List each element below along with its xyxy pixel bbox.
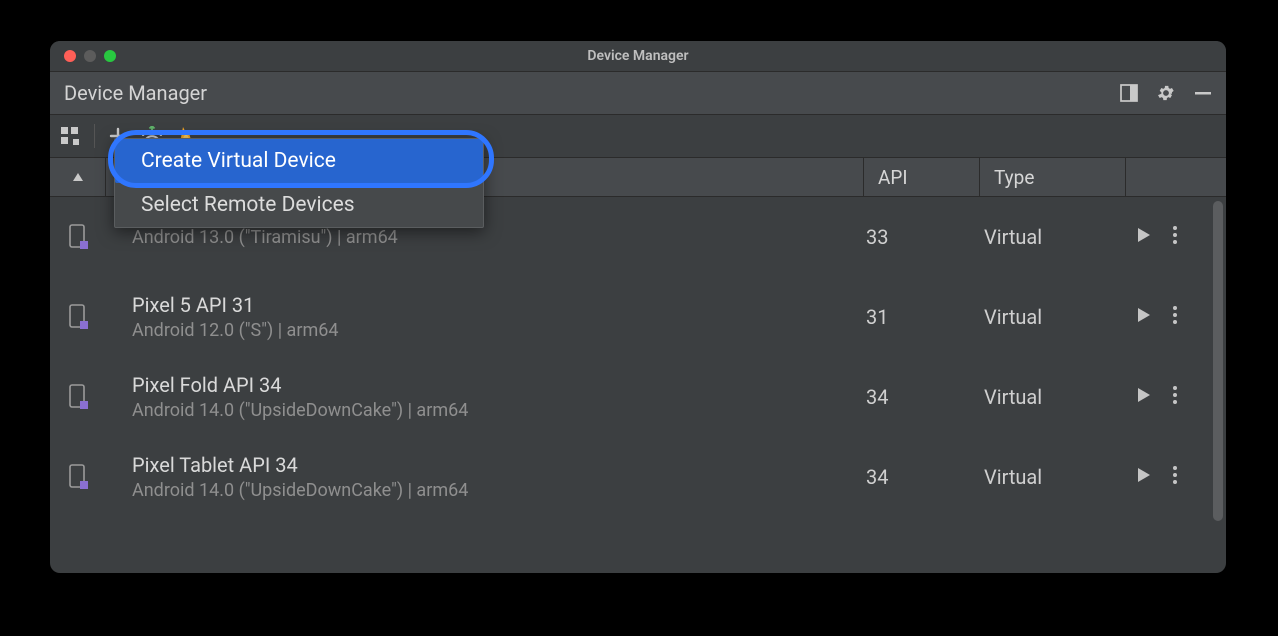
device-type: Virtual bbox=[980, 225, 1126, 249]
gear-icon[interactable] bbox=[1156, 83, 1176, 103]
play-icon[interactable] bbox=[1134, 306, 1152, 328]
play-icon[interactable] bbox=[1134, 226, 1152, 248]
close-window-button[interactable] bbox=[64, 50, 76, 62]
device-api: 34 bbox=[864, 385, 980, 409]
device-info: Pixel Fold API 34 Android 14.0 ("UpsideDo… bbox=[106, 373, 864, 421]
column-header-api[interactable]: API bbox=[864, 158, 980, 196]
more-icon[interactable] bbox=[1172, 305, 1178, 329]
device-icon bbox=[50, 464, 106, 490]
device-subtitle: Android 13.0 ("Tiramisu") | arm64 bbox=[132, 227, 864, 248]
device-manager-window: Device Manager Device Manager bbox=[50, 41, 1226, 573]
more-icon[interactable] bbox=[1172, 385, 1178, 409]
device-name: Pixel Fold API 34 bbox=[132, 373, 864, 397]
panel-header: Device Manager bbox=[50, 71, 1226, 115]
device-info: Android 13.0 ("Tiramisu") | arm64 bbox=[106, 227, 864, 248]
device-api: 31 bbox=[864, 305, 980, 329]
window-controls bbox=[50, 50, 116, 62]
row-actions bbox=[1126, 385, 1226, 409]
more-icon[interactable] bbox=[1172, 465, 1178, 489]
device-icon bbox=[50, 224, 106, 250]
dock-icon[interactable] bbox=[1120, 84, 1138, 102]
column-header-type[interactable]: Type bbox=[980, 158, 1126, 196]
sort-indicator[interactable] bbox=[50, 158, 106, 196]
row-actions bbox=[1126, 465, 1226, 489]
device-subtitle: Android 14.0 ("UpsideDownCake") | arm64 bbox=[132, 480, 864, 501]
device-icon bbox=[50, 304, 106, 330]
device-subtitle: Android 12.0 ("S") | arm64 bbox=[132, 320, 864, 341]
minimize-panel-icon[interactable] bbox=[1194, 84, 1212, 102]
row-actions bbox=[1126, 225, 1226, 249]
play-icon[interactable] bbox=[1134, 466, 1152, 488]
table-row[interactable]: Pixel 5 API 31 Android 12.0 ("S") | arm64… bbox=[50, 277, 1226, 357]
device-subtitle: Android 14.0 ("UpsideDownCake") | arm64 bbox=[132, 400, 864, 421]
device-api: 33 bbox=[864, 225, 980, 249]
table-row[interactable]: Pixel Tablet API 34 Android 14.0 ("Upside… bbox=[50, 437, 1226, 517]
device-icon bbox=[50, 384, 106, 410]
device-info: Pixel Tablet API 34 Android 14.0 ("Upside… bbox=[106, 453, 864, 501]
add-device-dropdown: Create Virtual Device Select Remote Devi… bbox=[114, 138, 484, 228]
scrollbar-thumb[interactable] bbox=[1213, 201, 1223, 521]
dropdown-item-select-remote-devices[interactable]: Select Remote Devices bbox=[115, 183, 483, 227]
panel-title: Device Manager bbox=[64, 81, 207, 105]
more-icon[interactable] bbox=[1172, 225, 1178, 249]
maximize-window-button[interactable] bbox=[104, 50, 116, 62]
table-body: Android 13.0 ("Tiramisu") | arm6433Virtu… bbox=[50, 197, 1226, 573]
titlebar: Device Manager bbox=[50, 41, 1226, 71]
table-row[interactable]: Pixel Fold API 34 Android 14.0 ("UpsideDo… bbox=[50, 357, 1226, 437]
device-name: Pixel 5 API 31 bbox=[132, 293, 864, 317]
device-api: 34 bbox=[864, 465, 980, 489]
panel-actions bbox=[1120, 83, 1212, 103]
group-icon[interactable] bbox=[60, 126, 80, 146]
play-icon[interactable] bbox=[1134, 386, 1152, 408]
device-type: Virtual bbox=[980, 465, 1126, 489]
device-info: Pixel 5 API 31 Android 12.0 ("S") | arm64 bbox=[106, 293, 864, 341]
column-header-actions bbox=[1126, 158, 1226, 196]
row-actions bbox=[1126, 305, 1226, 329]
device-type: Virtual bbox=[980, 305, 1126, 329]
toolbar-separator bbox=[94, 124, 95, 148]
window-title: Device Manager bbox=[50, 48, 1226, 64]
device-type: Virtual bbox=[980, 385, 1126, 409]
minimize-window-button[interactable] bbox=[84, 50, 96, 62]
dropdown-item-create-virtual-device[interactable]: Create Virtual Device bbox=[115, 139, 483, 183]
device-name: Pixel Tablet API 34 bbox=[132, 453, 864, 477]
